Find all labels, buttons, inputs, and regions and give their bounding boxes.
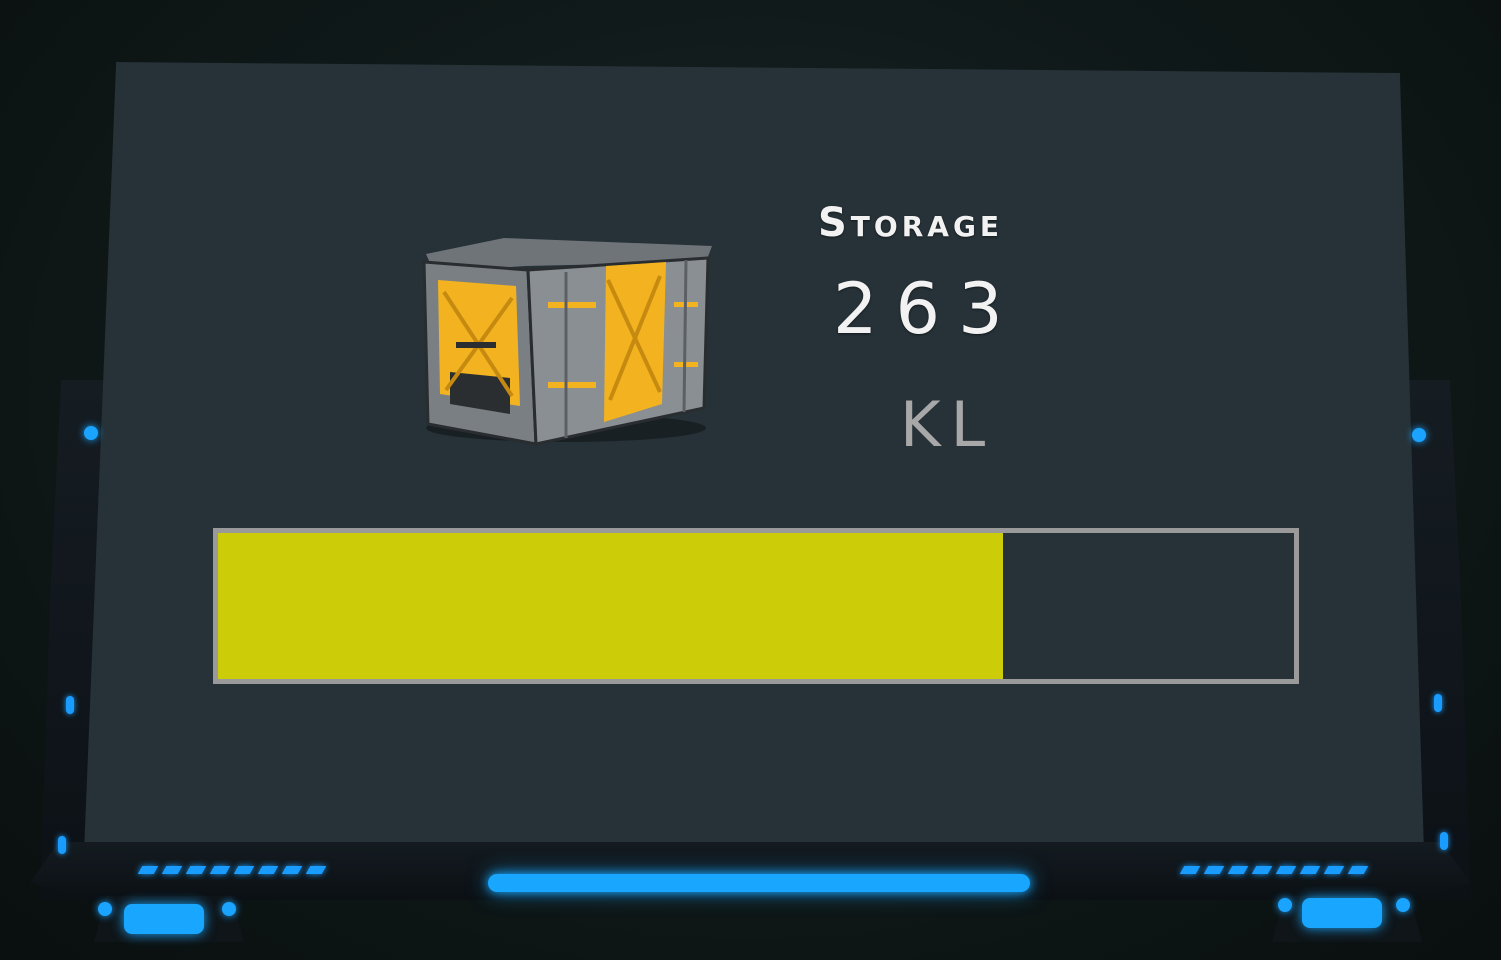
- side-light: [58, 836, 66, 854]
- center-light-strip: [488, 874, 1030, 892]
- storage-value: 263: [833, 268, 1021, 350]
- indicator-light: [1396, 898, 1410, 912]
- indicator-light: [1412, 428, 1426, 442]
- storage-progress-fill: [218, 533, 1004, 679]
- side-light: [1434, 694, 1442, 712]
- indicator-light: [222, 902, 236, 916]
- indicator-light: [1278, 898, 1292, 912]
- storage-unit: KL: [900, 388, 996, 461]
- side-light: [1440, 832, 1448, 850]
- side-light: [66, 696, 74, 714]
- left-vent-lights: [137, 866, 327, 880]
- right-foot-light: [1302, 898, 1382, 928]
- storage-crate-icon: [422, 238, 712, 446]
- left-foot-light: [124, 904, 204, 934]
- indicator-light: [84, 426, 98, 440]
- right-vent-lights: [1179, 866, 1369, 880]
- storage-screen: [84, 62, 1424, 852]
- storage-title: Storage: [818, 200, 1004, 246]
- indicator-light: [98, 902, 112, 916]
- storage-progress-bar: [213, 528, 1299, 684]
